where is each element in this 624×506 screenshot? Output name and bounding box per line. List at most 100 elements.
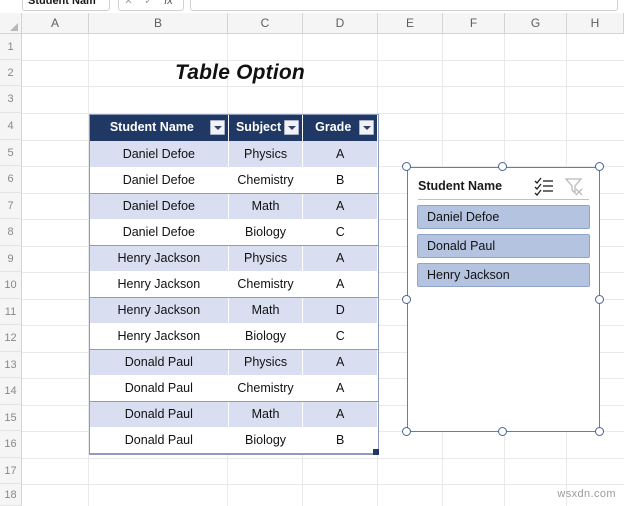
row-header-11[interactable]: 11 — [0, 299, 22, 325]
cell-student-name[interactable]: Donald Paul — [90, 349, 229, 376]
cell-student-name[interactable]: Henry Jackson — [90, 322, 229, 350]
column-header-h[interactable]: H — [567, 13, 624, 33]
table-row[interactable]: Henry Jackson Biology C — [90, 322, 378, 350]
cell-grade[interactable]: A — [302, 141, 378, 168]
column-header-g[interactable]: G — [505, 13, 567, 33]
cell-student-name[interactable]: Daniel Defoe — [90, 218, 229, 246]
cell-grade[interactable]: C — [302, 218, 378, 246]
row-header-14[interactable]: 14 — [0, 378, 22, 405]
cell-subject[interactable]: Math — [228, 401, 304, 428]
clear-filter-icon[interactable] — [563, 176, 585, 196]
cell-subject[interactable]: Biology — [228, 426, 304, 454]
row-header-8[interactable]: 8 — [0, 219, 22, 246]
filter-dropdown-icon-grade[interactable] — [359, 120, 374, 135]
cell-subject[interactable]: Physics — [228, 349, 304, 376]
cell-subject[interactable]: Physics — [228, 141, 304, 168]
slicer-item-daniel-defoe[interactable]: Daniel Defoe — [417, 205, 590, 229]
row-header-12[interactable]: 12 — [0, 325, 22, 352]
cell-student-name[interactable]: Henry Jackson — [90, 297, 229, 324]
cell-subject[interactable]: Physics — [228, 245, 304, 272]
resize-handle-middle-left[interactable] — [402, 295, 411, 304]
table-row[interactable]: Henry Jackson Chemistry A — [90, 270, 378, 298]
table-row[interactable]: Henry Jackson Physics A — [90, 245, 378, 272]
cell-student-name[interactable]: Henry Jackson — [90, 245, 229, 272]
resize-handle-top-left[interactable] — [402, 162, 411, 171]
row-header-18[interactable]: 18 — [0, 484, 22, 506]
row-header-3[interactable]: 3 — [0, 86, 22, 113]
table-row[interactable]: Donald Paul Chemistry A — [90, 374, 378, 402]
row-header-4[interactable]: 4 — [0, 113, 22, 140]
cell-grade[interactable]: B — [302, 166, 378, 194]
row-header-5[interactable]: 5 — [0, 140, 22, 166]
row-header-17[interactable]: 17 — [0, 458, 22, 484]
filter-dropdown-icon-subject[interactable] — [284, 120, 300, 135]
cell-grade[interactable]: D — [302, 297, 378, 324]
slicer-item-donald-paul[interactable]: Donald Paul — [417, 234, 590, 258]
table-header-grade[interactable]: Grade — [302, 115, 378, 141]
table-header-student-name[interactable]: Student Name — [90, 115, 229, 141]
table-row[interactable]: Henry Jackson Math D — [90, 297, 378, 324]
multi-select-icon[interactable] — [533, 176, 555, 196]
cell-subject[interactable]: Math — [228, 297, 304, 324]
row-header-7[interactable]: 7 — [0, 193, 22, 219]
cell-subject[interactable]: Chemistry — [228, 374, 304, 402]
column-header-b[interactable]: B — [89, 13, 228, 33]
row-header-16[interactable]: 16 — [0, 431, 22, 458]
table-row[interactable]: Daniel Defoe Biology C — [90, 218, 378, 246]
column-header-e[interactable]: E — [378, 13, 443, 33]
cell-grade[interactable]: A — [302, 270, 378, 298]
cell-grade[interactable]: A — [302, 349, 378, 376]
cell-subject[interactable]: Math — [228, 193, 304, 220]
resize-handle-bottom-center[interactable] — [498, 427, 507, 436]
cell-grade[interactable]: C — [302, 322, 378, 350]
column-header-a[interactable]: A — [22, 13, 89, 33]
cell-grade[interactable]: A — [302, 374, 378, 402]
cell-grade[interactable]: A — [302, 193, 378, 220]
name-box[interactable]: Student Nam — [22, 0, 110, 11]
cell-student-name[interactable]: Henry Jackson — [90, 270, 229, 298]
cell-student-name[interactable]: Donald Paul — [90, 401, 229, 428]
cell-subject[interactable]: Chemistry — [228, 270, 304, 298]
resize-handle-bottom-left[interactable] — [402, 427, 411, 436]
row-header-9[interactable]: 9 — [0, 246, 22, 272]
cell-student-name[interactable]: Donald Paul — [90, 374, 229, 402]
cell-student-name[interactable]: Daniel Defoe — [90, 166, 229, 194]
column-header-f[interactable]: F — [443, 13, 505, 33]
cell-subject[interactable]: Biology — [228, 218, 304, 246]
row-header-10[interactable]: 10 — [0, 272, 22, 299]
table-row[interactable]: Donald Paul Biology B — [90, 426, 378, 454]
cell-grade[interactable]: A — [302, 401, 378, 428]
cell-student-name[interactable]: Donald Paul — [90, 426, 229, 454]
resize-handle-middle-right[interactable] — [595, 295, 604, 304]
table-row[interactable]: Daniel Defoe Chemistry B — [90, 166, 378, 194]
formula-input[interactable] — [190, 0, 618, 11]
cell-student-name[interactable]: Daniel Defoe — [90, 193, 229, 220]
column-header-d[interactable]: D — [303, 13, 378, 33]
column-header-c[interactable]: C — [228, 13, 303, 33]
insert-function-icon[interactable]: fx — [161, 0, 176, 9]
resize-handle-top-center[interactable] — [498, 162, 507, 171]
table-row[interactable]: Donald Paul Physics A — [90, 349, 378, 376]
table-resize-handle[interactable] — [373, 448, 379, 455]
slicer-panel[interactable]: Student Name Daniel Defoe Donald Paul He… — [407, 167, 600, 432]
cell-subject[interactable]: Chemistry — [228, 166, 304, 194]
slicer-item-henry-jackson[interactable]: Henry Jackson — [417, 263, 590, 287]
cell-grade[interactable]: B — [302, 426, 378, 454]
row-header-15[interactable]: 15 — [0, 405, 22, 431]
cell-grade[interactable]: A — [302, 245, 378, 272]
resize-handle-bottom-right[interactable] — [595, 427, 604, 436]
cell-subject[interactable]: Biology — [228, 322, 304, 350]
filter-dropdown-icon-student-name[interactable] — [209, 120, 225, 135]
select-all-corner[interactable] — [0, 13, 22, 33]
row-header-1[interactable]: 1 — [0, 34, 22, 60]
table-row[interactable]: Daniel Defoe Math A — [90, 193, 378, 220]
row-header-2[interactable]: 2 — [0, 60, 22, 86]
resize-handle-top-right[interactable] — [595, 162, 604, 171]
table-header-subject[interactable]: Subject — [228, 115, 304, 141]
enter-formula-button[interactable]: ✓ — [141, 0, 156, 9]
row-header-6[interactable]: 6 — [0, 166, 22, 193]
table-row[interactable]: Donald Paul Math A — [90, 401, 378, 428]
row-header-13[interactable]: 13 — [0, 352, 22, 378]
cancel-formula-button[interactable]: ✕ — [121, 0, 136, 9]
table-row[interactable]: Daniel Defoe Physics A — [90, 141, 378, 168]
